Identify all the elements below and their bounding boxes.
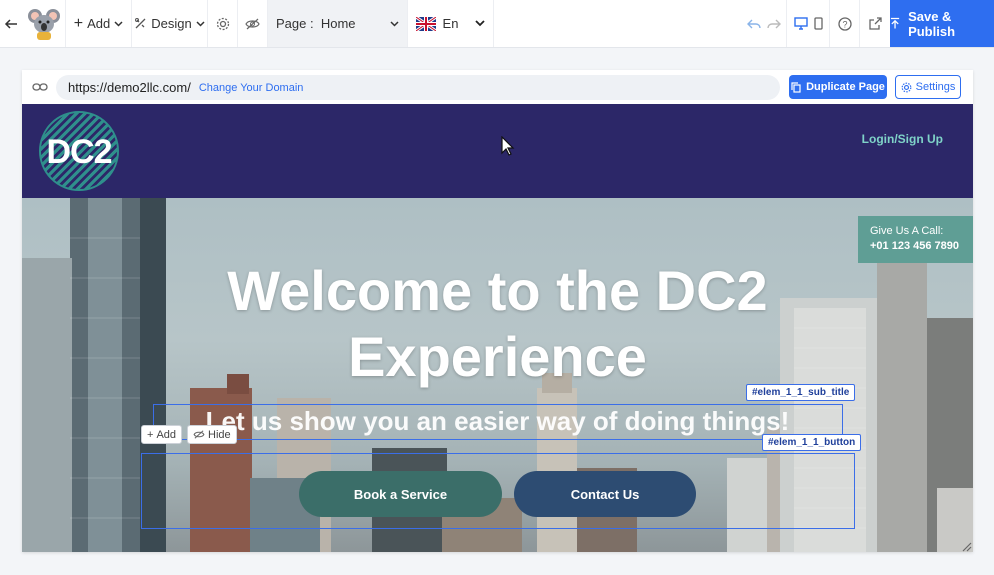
subtitle-selection-outline xyxy=(153,404,843,440)
page-settings-label: Settings xyxy=(915,81,956,93)
save-publish-label: Save & Publish xyxy=(908,8,956,39)
save-publish-button[interactable]: Save & Publish xyxy=(890,0,994,47)
hide-element-button[interactable]: Hide xyxy=(187,425,237,444)
svg-text:?: ? xyxy=(842,19,847,29)
external-link-icon xyxy=(868,17,882,30)
gear-icon xyxy=(901,82,912,92)
desktop-icon[interactable] xyxy=(793,17,808,30)
duplicate-page-button[interactable]: Duplicate Page xyxy=(789,75,887,99)
redo-icon[interactable] xyxy=(767,18,781,30)
page-selector-text: Page : Home xyxy=(276,16,356,31)
plus-icon: + xyxy=(147,428,154,441)
copy-icon xyxy=(791,81,801,93)
page-settings-button[interactable]: Settings xyxy=(895,75,961,99)
add-menu[interactable]: + Add xyxy=(66,0,132,47)
url-bar: https://demo2llc.com/ Change Your Domain… xyxy=(22,70,973,104)
hero-title-line1: Welcome to the DC2 xyxy=(227,259,768,322)
language-label: En xyxy=(442,16,459,31)
button-element-tag[interactable]: #elem_1_1_button xyxy=(762,434,862,451)
button-selection-outline xyxy=(141,453,855,529)
back-button[interactable] xyxy=(0,0,22,47)
url-field: https://demo2llc.com/ Change Your Domain xyxy=(56,75,780,100)
uk-flag-icon xyxy=(416,16,436,31)
hero-title-line2: Experience xyxy=(348,325,647,388)
hero-title: Welcome to the DC2 Experience xyxy=(22,258,973,390)
hide-element-label: Hide xyxy=(208,428,231,441)
site-preview-frame: https://demo2llc.com/ Change Your Domain… xyxy=(22,70,973,552)
dc2-logo[interactable]: DC2 xyxy=(39,111,119,191)
chevron-down-icon xyxy=(475,20,485,27)
subtitle-element-tag[interactable]: #elem_1_1_sub_title xyxy=(746,384,856,401)
site-url: https://demo2llc.com/ xyxy=(68,80,191,95)
editor-toolbar: + Add Design Page : Home En ? Save & Pub… xyxy=(0,0,994,48)
site-header: DC2 Login/Sign Up xyxy=(22,104,973,198)
design-menu[interactable]: Design xyxy=(132,0,208,47)
upload-icon xyxy=(890,17,900,29)
change-domain-link[interactable]: Change Your Domain xyxy=(199,82,304,94)
duplicate-page-label: Duplicate Page xyxy=(806,81,885,93)
chevron-down-icon xyxy=(390,20,399,27)
mobile-icon[interactable] xyxy=(813,17,823,30)
mouse-cursor-icon xyxy=(501,136,515,156)
koala-logo[interactable] xyxy=(22,0,66,47)
link-icon xyxy=(32,83,48,91)
plus-icon: + xyxy=(73,14,84,32)
call-us-box[interactable]: Give Us A Call: +01 123 456 7890 xyxy=(858,216,973,263)
chevron-down-icon xyxy=(196,20,205,27)
preview-toggle[interactable] xyxy=(238,0,268,47)
page-selector[interactable]: Page : Home xyxy=(268,0,408,47)
add-element-button[interactable]: + Add xyxy=(141,425,183,444)
design-label: Design xyxy=(151,16,192,31)
undo-icon[interactable] xyxy=(747,18,761,30)
link-icon-wrap xyxy=(22,83,58,91)
page-value: Home xyxy=(320,16,356,31)
help-icon: ? xyxy=(837,16,852,31)
koala-icon xyxy=(27,8,60,40)
undo-redo-group xyxy=(742,0,786,47)
gear-icon xyxy=(216,17,229,30)
device-toggle xyxy=(786,0,830,47)
help-button[interactable]: ? xyxy=(830,0,860,47)
language-selector[interactable]: En xyxy=(408,0,494,47)
add-element-label: Add xyxy=(156,428,177,441)
arrow-left-icon xyxy=(4,18,17,29)
call-label: Give Us A Call: xyxy=(870,225,944,237)
chevron-down-icon xyxy=(114,20,123,27)
site-settings-button[interactable] xyxy=(208,0,238,47)
login-signup-link[interactable]: Login/Sign Up xyxy=(862,132,943,146)
resize-handle-icon[interactable] xyxy=(962,542,972,552)
page-prefix: Page : xyxy=(276,16,314,31)
logo-text: DC2 xyxy=(46,133,112,171)
eye-off-icon xyxy=(245,18,260,29)
add-label: Add xyxy=(87,16,111,31)
call-number: +01 123 456 7890 xyxy=(870,240,960,252)
open-external-button[interactable] xyxy=(860,0,890,47)
hero-section: Give Us A Call: +01 123 456 7890 Welcome… xyxy=(22,198,973,552)
eye-off-icon xyxy=(193,430,205,439)
design-tools-icon xyxy=(135,18,146,29)
